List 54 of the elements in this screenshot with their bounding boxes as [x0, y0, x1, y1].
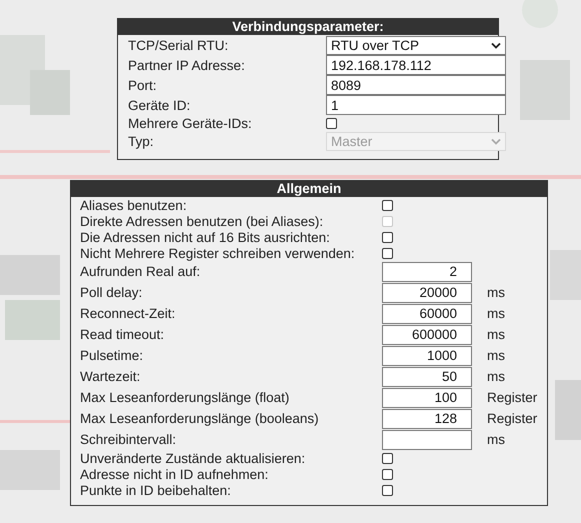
checkbox[interactable]: [382, 232, 393, 242]
unit-label: ms: [486, 369, 506, 384]
unit-label: ms: [486, 348, 506, 363]
unit-label: ms: [486, 327, 506, 342]
unit-label: ms: [486, 432, 506, 447]
checkbox[interactable]: [382, 452, 393, 464]
input-field[interactable]: 20000: [382, 282, 472, 302]
field-label: Partner IP Adresse:: [128, 58, 246, 72]
field-label: Schreibintervall:: [80, 432, 178, 447]
field-label: Unveränderte Zustände aktualisieren:: [80, 450, 306, 466]
field-label: TCP/Serial RTU:: [128, 38, 230, 52]
checkbox[interactable]: [382, 200, 393, 210]
field-label: Max Leseanforderungslänge (booleans): [80, 411, 320, 426]
input-field[interactable]: 192.168.178.112: [326, 55, 506, 75]
input-field[interactable]: 2: [382, 262, 472, 282]
checkbox[interactable]: [382, 484, 393, 496]
field-label: Reconnect-Zeit:: [80, 306, 176, 321]
unit-label: ms: [486, 306, 506, 321]
input-field[interactable]: 50: [382, 366, 472, 386]
input-field[interactable]: 128: [382, 408, 472, 428]
panel-title: Allgemein: [71, 181, 547, 197]
panel-title: Verbindungsparameter:: [118, 19, 498, 35]
field-label: Aliases benutzen:: [80, 198, 188, 212]
input-field[interactable]: 100: [382, 388, 472, 408]
field-label: Adresse nicht in ID aufnehmen:: [80, 466, 270, 482]
select-field[interactable]: RTU over TCP: [326, 36, 506, 54]
input-field[interactable]: 1000: [382, 346, 472, 366]
checkbox[interactable]: [326, 118, 337, 128]
input-field[interactable]: 1: [326, 95, 506, 115]
field-label: Max Leseanforderungslänge (float): [80, 390, 290, 405]
checkbox[interactable]: [382, 248, 393, 258]
input-field[interactable]: 8089: [326, 75, 506, 95]
chevron-icon: [491, 42, 501, 48]
field-label: Punkte in ID beibehalten:: [80, 482, 232, 498]
input-field[interactable]: 60000: [382, 304, 472, 324]
unit-label: Register: [486, 411, 538, 426]
field-label: Geräte ID:: [128, 98, 192, 112]
input-field[interactable]: 600000: [382, 324, 472, 344]
field-label: Wartezeit:: [80, 369, 142, 384]
checkbox[interactable]: [382, 468, 393, 480]
field-label: Nicht Mehrere Register schreiben verwenden:: [80, 246, 356, 260]
field-label: Typ:: [128, 134, 155, 148]
chevron-icon: [491, 138, 501, 144]
field-label: Port:: [128, 78, 158, 92]
field-label: Direkte Adressen benutzen (bei Aliases):: [80, 214, 324, 228]
field-label: Pulsetime:: [80, 348, 144, 363]
unit-label: Register: [486, 390, 538, 405]
field-label: Poll delay:: [80, 285, 144, 300]
field-label: Die Adressen nicht auf 16 Bits ausrichten:: [80, 230, 331, 244]
field-label: Mehrere Geräte-IDs:: [128, 116, 253, 130]
input-field[interactable]: [382, 430, 472, 450]
field-label: Aufrunden Real auf:: [80, 264, 202, 279]
field-label: Read timeout:: [80, 327, 166, 342]
unit-label: ms: [486, 285, 506, 300]
